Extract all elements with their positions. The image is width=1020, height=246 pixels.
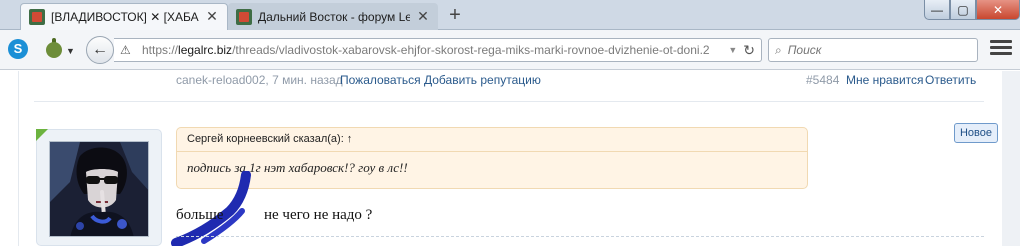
search-input[interactable] (787, 43, 971, 57)
quote-header[interactable]: Сергей корнеевский сказал(а): ↑ (177, 128, 807, 152)
url-path: /threads/vladivostok-xabarovsk-ehjfor-sk… (232, 43, 710, 57)
reply-link[interactable]: Ответить (925, 73, 976, 87)
warning-icon[interactable]: ⚠ (120, 43, 136, 57)
message-part-2: не чего не надо ? (264, 207, 373, 223)
back-button[interactable]: ← (86, 36, 114, 64)
post-number[interactable]: #5484 (806, 73, 839, 87)
tab-title: Дальний Восток - форум LegalRC (258, 9, 410, 24)
hamburger-menu-icon[interactable] (990, 40, 1012, 60)
search-icon: ⌕ (775, 42, 782, 57)
minimize-button[interactable]: — (924, 0, 950, 20)
post-meta: canek-reload002, 7 мин. назад Пожаловать… (176, 73, 976, 89)
tab-title: [ВЛАДИВОСТОК] ✕ [ХАБАРОВСК] (51, 10, 199, 24)
address-bar[interactable]: ⚠ https://legalrc.biz/threads/vladivosto… (114, 38, 762, 62)
message-divider (176, 236, 984, 237)
nav-bar: S ▼ ← ⚠ https://legalrc.biz/threads/vlad… (0, 30, 1020, 70)
tab-far-east-forum[interactable]: Дальний Восток - форум LegalRC ✕ (228, 3, 438, 30)
close-window-button[interactable]: ✕ (976, 0, 1020, 20)
url-dropdown-icon[interactable]: ▼ (728, 45, 737, 55)
url-host: legalrc.biz (178, 43, 233, 57)
new-tab-button[interactable]: + (444, 5, 466, 27)
tab-vladivostok[interactable]: [ВЛАДИВОСТОК] ✕ [ХАБАРОВСК] ✕ (20, 3, 228, 30)
tab-close-icon[interactable]: ✕ (416, 9, 430, 24)
page-border (18, 71, 19, 246)
like-link[interactable]: Мне нравится (846, 73, 924, 87)
add-reputation-link[interactable]: Добавить репутацию (424, 73, 541, 87)
new-badge[interactable]: Новое (954, 123, 998, 143)
report-link[interactable]: Пожаловаться (340, 73, 421, 87)
tor-onion-icon[interactable]: ▼ (44, 38, 75, 60)
reload-icon[interactable]: ↻ (743, 42, 755, 59)
post-author-time[interactable]: canek-reload002, 7 мин. назад (176, 73, 343, 87)
maximize-button[interactable]: ▢ (950, 0, 976, 20)
search-bar[interactable]: ⌕ (768, 38, 978, 62)
user-info-panel (36, 129, 162, 246)
post-divider (34, 101, 984, 102)
message-part-1: больше (176, 207, 224, 223)
url-scheme: https:// (142, 43, 179, 57)
tab-bar: [ВЛАДИВОСТОК] ✕ [ХАБАРОВСК] ✕ Дальний Во… (0, 0, 1020, 30)
site-favicon-icon (29, 9, 45, 25)
scrollbar[interactable] (1002, 71, 1020, 246)
url-text[interactable]: https://legalrc.biz/threads/vladivostok-… (142, 43, 722, 57)
tab-close-icon[interactable]: ✕ (205, 9, 219, 24)
avatar[interactable] (49, 141, 149, 237)
page-content: canek-reload002, 7 мин. назад Пожаловать… (0, 71, 1020, 246)
skype-extension-icon[interactable]: S (8, 39, 28, 59)
site-favicon-icon (236, 8, 252, 25)
online-indicator-icon (36, 129, 48, 141)
post-message: больше не чего не надо ? (176, 207, 372, 224)
